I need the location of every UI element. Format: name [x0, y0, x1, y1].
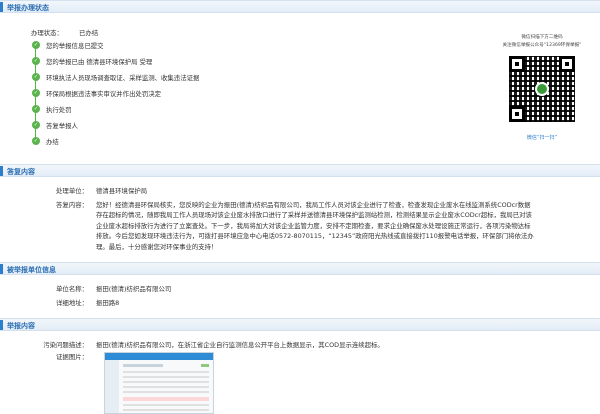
reply-content-value: 您好！经德清县环保局核实，您反映的企业为振田(德清)纺织品有限公司，我局工作人员…	[96, 201, 534, 251]
evidence-image[interactable]	[104, 352, 214, 414]
section-bar-icon	[0, 166, 3, 176]
check-circle-icon: ✓	[32, 41, 40, 49]
report-img-label: 证据图片：	[56, 353, 88, 361]
reply-content-label: 答复内容：	[56, 201, 88, 209]
section-reply-title: 答复内容	[7, 168, 35, 176]
reported-name-value: 振田(德清)纺织品有限公司	[96, 285, 172, 293]
report-desc-label: 污染问题描述：	[43, 341, 88, 349]
wechat-logo-icon	[535, 82, 549, 96]
check-circle-icon: ✓	[32, 57, 40, 65]
check-circle-icon: ✓	[32, 137, 40, 145]
check-circle-icon: ✓	[32, 105, 40, 113]
qr-footer: 微信“扫一扫”	[526, 135, 558, 141]
reported-addr-label: 详细地址：	[56, 299, 88, 307]
section-status-header: 举报办理状态	[0, 0, 600, 13]
section-reported-header: 被举报单位信息	[0, 262, 600, 275]
check-circle-icon: ✓	[32, 121, 40, 129]
status-value: 已办结	[79, 29, 99, 37]
qr-code-icon	[509, 56, 575, 122]
check-circle-icon: ✓	[32, 89, 40, 97]
reply-unit-label: 处理单位：	[56, 187, 88, 195]
qr-caption-line2: 关注微信举报公众号“12369环保举报”	[502, 43, 582, 48]
section-reported-title: 被举报单位信息	[7, 266, 56, 274]
status-row: 办理状态： 已办结	[31, 28, 98, 37]
section-report-title: 举报内容	[7, 322, 35, 330]
qr-caption-line1: 微信扫描下方二维码	[521, 35, 563, 40]
section-report-header: 举报内容	[0, 318, 600, 331]
section-bar-icon	[0, 264, 3, 274]
reported-addr-value: 振田路8	[96, 299, 120, 307]
section-bar-icon	[0, 2, 3, 12]
check-circle-icon: ✓	[32, 73, 40, 81]
reply-unit-value: 德清县环境保护局	[96, 187, 148, 195]
wechat-qr-panel: 微信扫描下方二维码 关注微信举报公众号“12369环保举报” 微信“扫一扫”	[498, 34, 586, 152]
section-bar-icon	[0, 320, 3, 330]
reported-name-label: 单位名称：	[56, 285, 88, 293]
status-label: 办理状态：	[31, 29, 63, 37]
report-desc-value: 振田(德清)纺织品有限公司，在浙江省企业自行监测信息公开平台上数据显示，其COD…	[96, 341, 384, 349]
section-reply-header: 答复内容	[0, 164, 600, 177]
section-status-title: 举报办理状态	[7, 4, 49, 12]
